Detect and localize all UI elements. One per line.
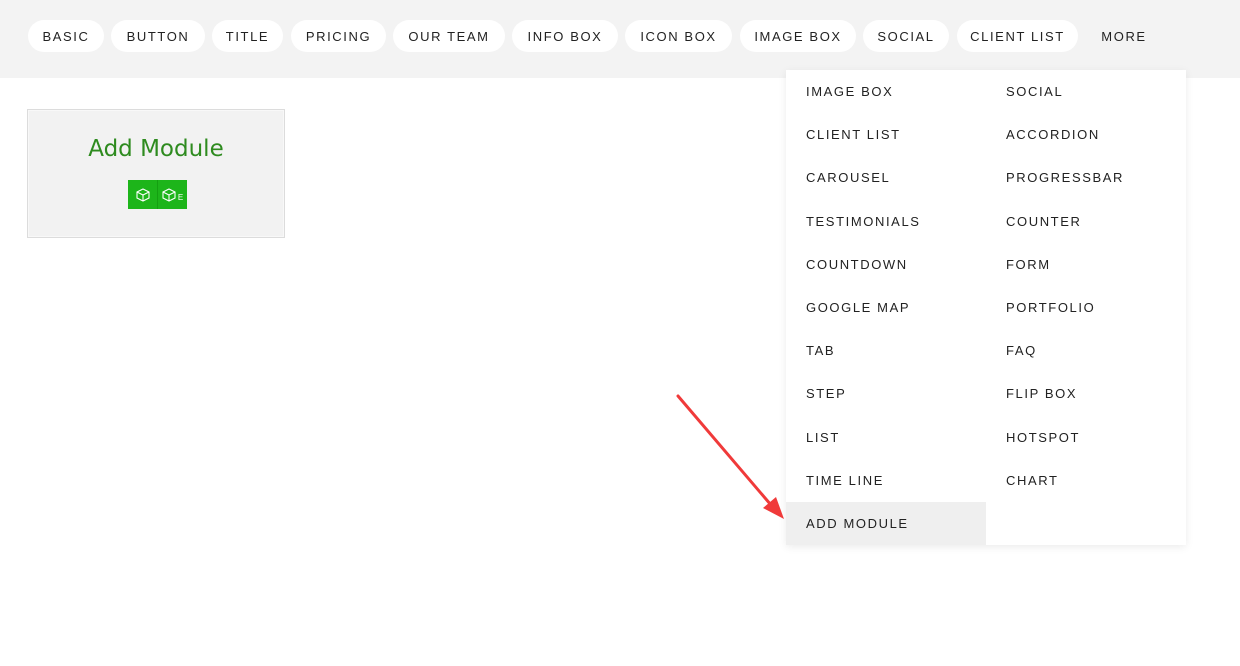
tab-more[interactable]: MORE: [1090, 20, 1158, 52]
menu-item-add-module[interactable]: ADD MODULE: [786, 502, 986, 545]
menu-item-counter[interactable]: COUNTER: [986, 200, 1186, 243]
menu-item-chart[interactable]: CHART: [986, 459, 1186, 502]
cube-edit-icon[interactable]: E: [157, 180, 187, 209]
menu-item-flip-box[interactable]: FLIP BOX: [986, 372, 1186, 415]
tab-social[interactable]: SOCIAL: [863, 20, 949, 52]
tab-icon-box[interactable]: ICON BOX: [625, 20, 732, 52]
menu-item-image-box[interactable]: IMAGE BOX: [786, 70, 986, 113]
module-category-bar: BASIC BUTTON TITLE PRICING OUR TEAM INFO…: [0, 0, 1240, 78]
menu-item-list[interactable]: LIST: [786, 416, 986, 459]
menu-item-portfolio[interactable]: PORTFOLIO: [986, 286, 1186, 329]
tab-pricing[interactable]: PRICING: [291, 20, 386, 52]
add-module-card[interactable]: Add Module E: [27, 109, 285, 238]
menu-item-time-line[interactable]: TIME LINE: [786, 459, 986, 502]
menu-item-google-map[interactable]: GOOGLE MAP: [786, 286, 986, 329]
more-dropdown-menu: IMAGE BOX CLIENT LIST CAROUSEL TESTIMONI…: [786, 70, 1186, 545]
tab-info-box[interactable]: INFO BOX: [512, 20, 618, 52]
menu-item-step[interactable]: STEP: [786, 372, 986, 415]
tab-image-box[interactable]: IMAGE BOX: [740, 20, 856, 52]
menu-item-carousel[interactable]: CAROUSEL: [786, 156, 986, 199]
menu-item-social[interactable]: SOCIAL: [986, 70, 1186, 113]
module-action-buttons: E: [128, 180, 187, 209]
tab-button[interactable]: BUTTON: [111, 20, 205, 52]
menu-item-client-list[interactable]: CLIENT LIST: [786, 113, 986, 156]
menu-item-hotspot[interactable]: HOTSPOT: [986, 416, 1186, 459]
menu-item-tab[interactable]: TAB: [786, 329, 986, 372]
menu-item-testimonials[interactable]: TESTIMONIALS: [786, 200, 986, 243]
edit-badge: E: [177, 193, 184, 202]
menu-item-form[interactable]: FORM: [986, 243, 1186, 286]
tab-our-team[interactable]: OUR TEAM: [393, 20, 505, 52]
menu-item-countdown[interactable]: COUNTDOWN: [786, 243, 986, 286]
cube-icon[interactable]: [128, 180, 157, 209]
tab-client-list[interactable]: CLIENT LIST: [957, 20, 1078, 52]
tab-basic[interactable]: BASIC: [28, 20, 104, 52]
tab-title[interactable]: TITLE: [212, 20, 283, 52]
menu-item-accordion[interactable]: ACCORDION: [986, 113, 1186, 156]
menu-item-progressbar[interactable]: PROGRESSBAR: [986, 156, 1186, 199]
menu-item-faq[interactable]: FAQ: [986, 329, 1186, 372]
module-title: Add Module: [88, 136, 224, 162]
